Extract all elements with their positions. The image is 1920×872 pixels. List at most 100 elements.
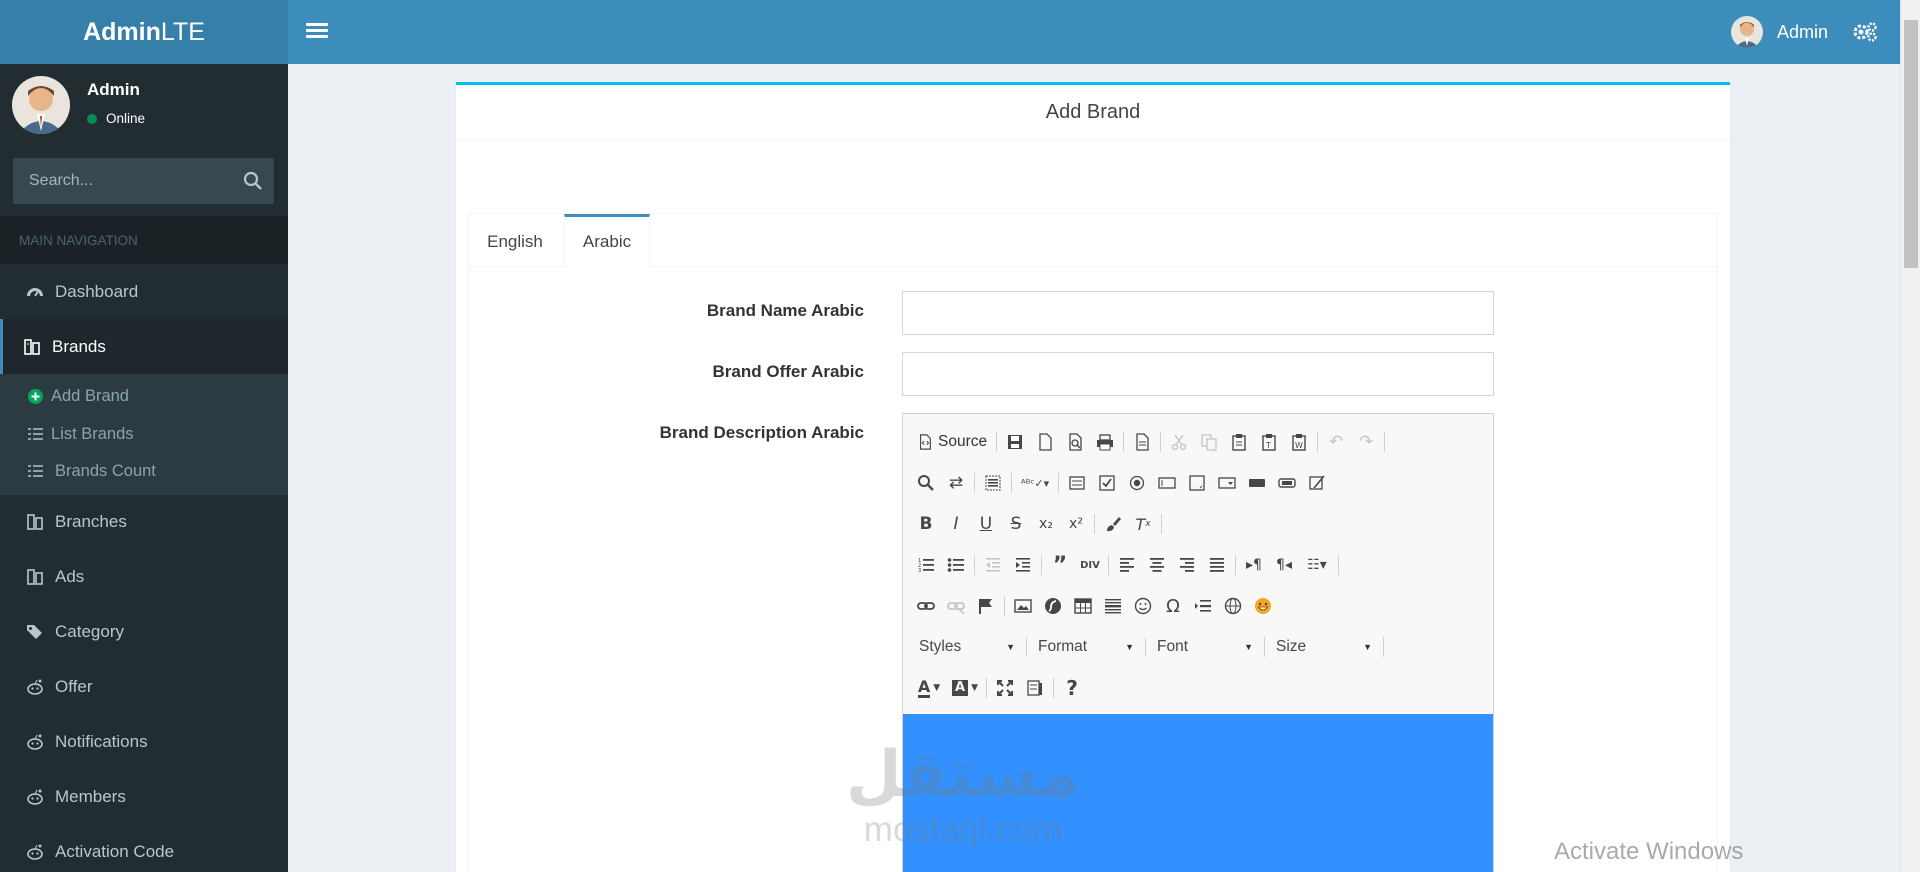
emoji-icon[interactable] [1248, 592, 1278, 620]
sidebar-item-brands[interactable]: Brands [0, 319, 288, 374]
brand-name-arabic-input[interactable] [902, 291, 1494, 335]
templates-icon[interactable] [1127, 428, 1157, 456]
sidebar-menu: Dashboard Brands Add Brand List Brands B… [0, 264, 288, 872]
gears-icon[interactable] [1852, 20, 1878, 44]
align-right-icon[interactable] [1172, 551, 1202, 579]
copy-icon[interactable] [1194, 428, 1224, 456]
sidebar-item-activation-code[interactable]: Activation Code [0, 825, 288, 872]
bulleted-list-icon[interactable] [941, 551, 971, 579]
subscript-icon[interactable]: x₂ [1031, 510, 1061, 538]
numbered-list-icon[interactable]: 123 [911, 551, 941, 579]
activate-windows-notice: Activate Windows [1554, 838, 1744, 865]
help-icon[interactable]: ? [1057, 674, 1087, 702]
underline-icon[interactable]: U [971, 510, 1001, 538]
sidebar-item-ads[interactable]: Ads [0, 550, 288, 605]
user-menu[interactable]: Admin [1730, 0, 1828, 64]
sidebar-item-dashboard[interactable]: Dashboard [0, 264, 288, 319]
outdent-icon[interactable] [978, 551, 1008, 579]
anchor-flag-icon[interactable] [971, 592, 1001, 620]
form-icon[interactable] [1062, 469, 1092, 497]
justify-icon[interactable] [1202, 551, 1232, 579]
sidebar-item-offer[interactable]: Offer [0, 660, 288, 715]
sidebar-item-notifications[interactable]: Notifications [0, 715, 288, 770]
save-icon[interactable] [1000, 428, 1030, 456]
ltr-icon[interactable]: ▸¶ [1239, 551, 1269, 579]
sidebar-item-add-brand[interactable]: Add Brand [0, 378, 288, 416]
sidebar-item-list-brands[interactable]: List Brands [0, 416, 288, 454]
show-blocks-icon[interactable] [1020, 674, 1050, 702]
print-icon[interactable] [1090, 428, 1120, 456]
brand-offer-arabic-input[interactable] [902, 352, 1494, 396]
sidebar-item-brands-count[interactable]: Brands Count [0, 453, 288, 491]
toolbar-row-4: 123 ” DIV ▸¶ ¶◂ ☷▾ [911, 550, 1342, 580]
unlink-icon[interactable] [941, 592, 971, 620]
smiley-icon[interactable] [1128, 592, 1158, 620]
paste-text-icon[interactable]: T [1254, 428, 1284, 456]
align-left-icon[interactable] [1112, 551, 1142, 579]
horizontal-line-icon[interactable] [1098, 592, 1128, 620]
paste-word-icon[interactable]: W [1284, 428, 1314, 456]
sidebar-toggle-icon[interactable] [306, 20, 328, 44]
indent-icon[interactable] [1008, 551, 1038, 579]
textfield-icon[interactable] [1152, 469, 1182, 497]
button-field-icon[interactable] [1242, 469, 1272, 497]
source-icon [919, 434, 931, 450]
scrollbar-thumb[interactable] [1904, 20, 1918, 268]
radio-icon[interactable] [1122, 469, 1152, 497]
user-menu-name: Admin [1776, 21, 1828, 42]
size-dropdown[interactable]: Size ▼ [1268, 633, 1380, 661]
format-dropdown[interactable]: Format ▼ [1030, 633, 1142, 661]
search-icon[interactable] [242, 170, 264, 192]
rtl-icon[interactable]: ¶◂ [1269, 551, 1299, 579]
align-center-icon[interactable] [1142, 551, 1172, 579]
special-char-icon[interactable]: Ω [1158, 592, 1188, 620]
app-logo[interactable]: Admin LTE [0, 0, 288, 64]
copy-format-icon[interactable] [1098, 510, 1128, 538]
blockquote-icon[interactable]: ” [1045, 551, 1075, 579]
source-button[interactable]: Source [911, 428, 993, 456]
superscript-icon[interactable]: x² [1061, 510, 1091, 538]
select-all-icon[interactable] [978, 469, 1008, 497]
plus-circle-icon [28, 389, 43, 405]
tab-arabic[interactable]: Arabic [564, 214, 650, 268]
find-icon[interactable] [911, 469, 941, 497]
chevron-down-icon: ▼ [1244, 642, 1253, 652]
preview-icon[interactable] [1060, 428, 1090, 456]
cut-icon[interactable] [1164, 428, 1194, 456]
font-dropdown[interactable]: Font ▼ [1149, 633, 1261, 661]
sidebar-item-branches[interactable]: Branches [0, 495, 288, 550]
search-input[interactable] [13, 158, 231, 204]
image-button-icon[interactable] [1272, 469, 1302, 497]
image-icon[interactable] [1008, 592, 1038, 620]
maximize-icon[interactable] [990, 674, 1020, 702]
link-icon[interactable] [911, 592, 941, 620]
strikethrough-icon[interactable]: S [1001, 510, 1031, 538]
textarea-icon[interactable] [1182, 469, 1212, 497]
text-color-icon[interactable]: A ▼ [911, 674, 947, 702]
redo-icon[interactable]: ↷ [1351, 428, 1381, 456]
bg-color-icon[interactable]: A ▼ [947, 674, 983, 702]
flash-icon[interactable] [1038, 592, 1068, 620]
hidden-field-icon[interactable] [1302, 469, 1332, 497]
bold-icon[interactable]: B [911, 510, 941, 538]
new-page-icon[interactable] [1030, 428, 1060, 456]
page-break-icon[interactable] [1188, 592, 1218, 620]
create-div-icon[interactable]: DIV [1075, 551, 1105, 579]
tab-english[interactable]: English [469, 214, 561, 267]
language-icon[interactable]: ☷▾ [1299, 551, 1335, 579]
table-icon[interactable] [1068, 592, 1098, 620]
select-field-icon[interactable] [1212, 469, 1242, 497]
replace-icon[interactable]: ⇄ [941, 469, 971, 497]
page-scrollbar[interactable] [1900, 0, 1920, 872]
italic-icon[interactable]: I [941, 510, 971, 538]
sidebar-item-members[interactable]: Members [0, 770, 288, 825]
checkbox-icon[interactable] [1092, 469, 1122, 497]
paste-icon[interactable] [1224, 428, 1254, 456]
spellcheck-icon[interactable]: ᴬᴮᶜ✓▾ [1015, 469, 1055, 497]
chevron-down-icon: ▼ [1006, 642, 1015, 652]
undo-icon[interactable]: ↶ [1321, 428, 1351, 456]
sidebar-item-category[interactable]: Category [0, 605, 288, 660]
iframe-globe-icon[interactable] [1218, 592, 1248, 620]
styles-dropdown[interactable]: Styles ▼ [911, 633, 1023, 661]
remove-format-icon[interactable]: Tx [1128, 510, 1158, 538]
